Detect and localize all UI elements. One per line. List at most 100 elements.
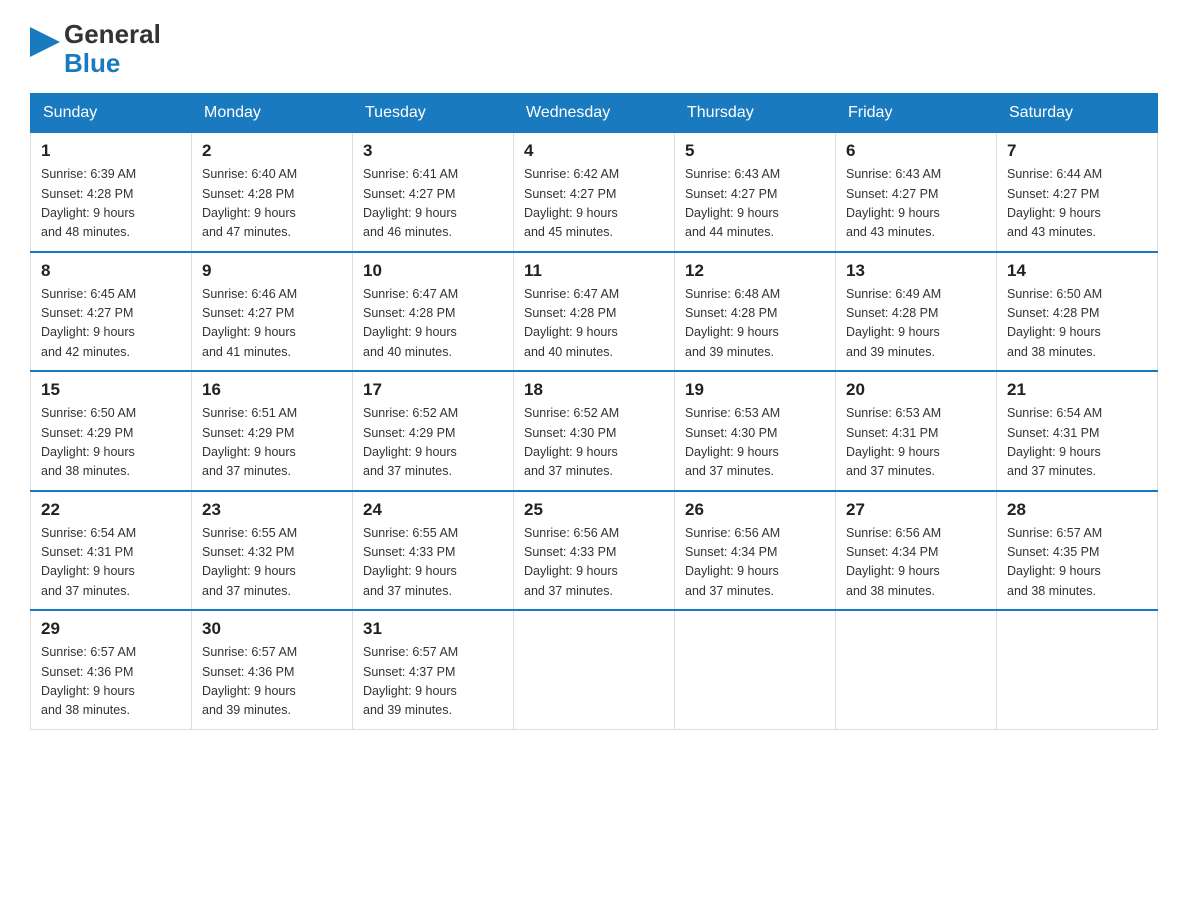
header-friday: Friday	[836, 94, 997, 133]
day-info: Sunrise: 6:41 AM Sunset: 4:27 PM Dayligh…	[363, 165, 503, 243]
day-info: Sunrise: 6:57 AM Sunset: 4:37 PM Dayligh…	[363, 643, 503, 721]
calendar-cell: 19 Sunrise: 6:53 AM Sunset: 4:30 PM Dayl…	[675, 371, 836, 491]
calendar-cell: 23 Sunrise: 6:55 AM Sunset: 4:32 PM Dayl…	[192, 491, 353, 611]
calendar-cell: 7 Sunrise: 6:44 AM Sunset: 4:27 PM Dayli…	[997, 133, 1158, 252]
logo-text: General Blue	[64, 20, 161, 77]
week-row-1: 1 Sunrise: 6:39 AM Sunset: 4:28 PM Dayli…	[31, 133, 1158, 252]
day-number: 9	[202, 261, 342, 281]
calendar-cell: 9 Sunrise: 6:46 AM Sunset: 4:27 PM Dayli…	[192, 252, 353, 372]
day-info: Sunrise: 6:44 AM Sunset: 4:27 PM Dayligh…	[1007, 165, 1147, 243]
calendar-cell	[514, 610, 675, 729]
calendar-cell: 24 Sunrise: 6:55 AM Sunset: 4:33 PM Dayl…	[353, 491, 514, 611]
calendar-cell	[997, 610, 1158, 729]
day-info: Sunrise: 6:50 AM Sunset: 4:28 PM Dayligh…	[1007, 285, 1147, 363]
day-number: 16	[202, 380, 342, 400]
day-info: Sunrise: 6:50 AM Sunset: 4:29 PM Dayligh…	[41, 404, 181, 482]
calendar-cell: 2 Sunrise: 6:40 AM Sunset: 4:28 PM Dayli…	[192, 133, 353, 252]
calendar-cell: 14 Sunrise: 6:50 AM Sunset: 4:28 PM Dayl…	[997, 252, 1158, 372]
logo-container: General Blue	[30, 20, 161, 77]
calendar-cell: 8 Sunrise: 6:45 AM Sunset: 4:27 PM Dayli…	[31, 252, 192, 372]
day-number: 28	[1007, 500, 1147, 520]
calendar-cell: 3 Sunrise: 6:41 AM Sunset: 4:27 PM Dayli…	[353, 133, 514, 252]
day-number: 5	[685, 141, 825, 161]
day-number: 17	[363, 380, 503, 400]
week-row-2: 8 Sunrise: 6:45 AM Sunset: 4:27 PM Dayli…	[31, 252, 1158, 372]
day-info: Sunrise: 6:52 AM Sunset: 4:29 PM Dayligh…	[363, 404, 503, 482]
day-number: 13	[846, 261, 986, 281]
logo-general-text: General	[64, 20, 161, 49]
day-number: 18	[524, 380, 664, 400]
page-header: General Blue	[30, 20, 1158, 77]
day-number: 23	[202, 500, 342, 520]
day-number: 30	[202, 619, 342, 639]
logo-blue-text: Blue	[64, 49, 161, 78]
day-info: Sunrise: 6:49 AM Sunset: 4:28 PM Dayligh…	[846, 285, 986, 363]
day-number: 31	[363, 619, 503, 639]
day-number: 11	[524, 261, 664, 281]
header-tuesday: Tuesday	[353, 94, 514, 133]
day-info: Sunrise: 6:55 AM Sunset: 4:33 PM Dayligh…	[363, 524, 503, 602]
calendar-cell: 29 Sunrise: 6:57 AM Sunset: 4:36 PM Dayl…	[31, 610, 192, 729]
week-row-5: 29 Sunrise: 6:57 AM Sunset: 4:36 PM Dayl…	[31, 610, 1158, 729]
day-number: 26	[685, 500, 825, 520]
day-info: Sunrise: 6:51 AM Sunset: 4:29 PM Dayligh…	[202, 404, 342, 482]
day-info: Sunrise: 6:43 AM Sunset: 4:27 PM Dayligh…	[846, 165, 986, 243]
day-info: Sunrise: 6:39 AM Sunset: 4:28 PM Dayligh…	[41, 165, 181, 243]
calendar-cell: 13 Sunrise: 6:49 AM Sunset: 4:28 PM Dayl…	[836, 252, 997, 372]
day-number: 20	[846, 380, 986, 400]
day-number: 14	[1007, 261, 1147, 281]
calendar-cell: 1 Sunrise: 6:39 AM Sunset: 4:28 PM Dayli…	[31, 133, 192, 252]
calendar-cell: 20 Sunrise: 6:53 AM Sunset: 4:31 PM Dayl…	[836, 371, 997, 491]
calendar-cell: 11 Sunrise: 6:47 AM Sunset: 4:28 PM Dayl…	[514, 252, 675, 372]
day-info: Sunrise: 6:56 AM Sunset: 4:33 PM Dayligh…	[524, 524, 664, 602]
calendar-cell: 5 Sunrise: 6:43 AM Sunset: 4:27 PM Dayli…	[675, 133, 836, 252]
calendar-cell: 26 Sunrise: 6:56 AM Sunset: 4:34 PM Dayl…	[675, 491, 836, 611]
day-info: Sunrise: 6:57 AM Sunset: 4:35 PM Dayligh…	[1007, 524, 1147, 602]
day-number: 4	[524, 141, 664, 161]
day-info: Sunrise: 6:56 AM Sunset: 4:34 PM Dayligh…	[846, 524, 986, 602]
day-info: Sunrise: 6:55 AM Sunset: 4:32 PM Dayligh…	[202, 524, 342, 602]
calendar-cell: 17 Sunrise: 6:52 AM Sunset: 4:29 PM Dayl…	[353, 371, 514, 491]
header-thursday: Thursday	[675, 94, 836, 133]
header-monday: Monday	[192, 94, 353, 133]
calendar-cell: 12 Sunrise: 6:48 AM Sunset: 4:28 PM Dayl…	[675, 252, 836, 372]
day-number: 1	[41, 141, 181, 161]
day-number: 8	[41, 261, 181, 281]
calendar-cell: 30 Sunrise: 6:57 AM Sunset: 4:36 PM Dayl…	[192, 610, 353, 729]
day-info: Sunrise: 6:42 AM Sunset: 4:27 PM Dayligh…	[524, 165, 664, 243]
calendar-cell: 15 Sunrise: 6:50 AM Sunset: 4:29 PM Dayl…	[31, 371, 192, 491]
day-info: Sunrise: 6:46 AM Sunset: 4:27 PM Dayligh…	[202, 285, 342, 363]
day-info: Sunrise: 6:47 AM Sunset: 4:28 PM Dayligh…	[363, 285, 503, 363]
day-number: 19	[685, 380, 825, 400]
day-number: 15	[41, 380, 181, 400]
calendar-cell: 27 Sunrise: 6:56 AM Sunset: 4:34 PM Dayl…	[836, 491, 997, 611]
day-info: Sunrise: 6:52 AM Sunset: 4:30 PM Dayligh…	[524, 404, 664, 482]
calendar-cell: 31 Sunrise: 6:57 AM Sunset: 4:37 PM Dayl…	[353, 610, 514, 729]
day-number: 21	[1007, 380, 1147, 400]
day-number: 27	[846, 500, 986, 520]
day-info: Sunrise: 6:47 AM Sunset: 4:28 PM Dayligh…	[524, 285, 664, 363]
calendar-cell: 6 Sunrise: 6:43 AM Sunset: 4:27 PM Dayli…	[836, 133, 997, 252]
calendar-cell: 25 Sunrise: 6:56 AM Sunset: 4:33 PM Dayl…	[514, 491, 675, 611]
calendar-cell: 4 Sunrise: 6:42 AM Sunset: 4:27 PM Dayli…	[514, 133, 675, 252]
day-number: 12	[685, 261, 825, 281]
day-info: Sunrise: 6:45 AM Sunset: 4:27 PM Dayligh…	[41, 285, 181, 363]
day-info: Sunrise: 6:54 AM Sunset: 4:31 PM Dayligh…	[1007, 404, 1147, 482]
logo-triangle-icon	[30, 27, 60, 72]
day-number: 10	[363, 261, 503, 281]
day-info: Sunrise: 6:57 AM Sunset: 4:36 PM Dayligh…	[41, 643, 181, 721]
day-info: Sunrise: 6:56 AM Sunset: 4:34 PM Dayligh…	[685, 524, 825, 602]
day-info: Sunrise: 6:54 AM Sunset: 4:31 PM Dayligh…	[41, 524, 181, 602]
calendar-cell	[836, 610, 997, 729]
day-number: 7	[1007, 141, 1147, 161]
week-row-4: 22 Sunrise: 6:54 AM Sunset: 4:31 PM Dayl…	[31, 491, 1158, 611]
calendar-cell: 22 Sunrise: 6:54 AM Sunset: 4:31 PM Dayl…	[31, 491, 192, 611]
day-info: Sunrise: 6:57 AM Sunset: 4:36 PM Dayligh…	[202, 643, 342, 721]
calendar-cell: 21 Sunrise: 6:54 AM Sunset: 4:31 PM Dayl…	[997, 371, 1158, 491]
day-info: Sunrise: 6:43 AM Sunset: 4:27 PM Dayligh…	[685, 165, 825, 243]
day-info: Sunrise: 6:53 AM Sunset: 4:30 PM Dayligh…	[685, 404, 825, 482]
day-number: 3	[363, 141, 503, 161]
calendar-table: SundayMondayTuesdayWednesdayThursdayFrid…	[30, 93, 1158, 730]
header-saturday: Saturday	[997, 94, 1158, 133]
header-wednesday: Wednesday	[514, 94, 675, 133]
